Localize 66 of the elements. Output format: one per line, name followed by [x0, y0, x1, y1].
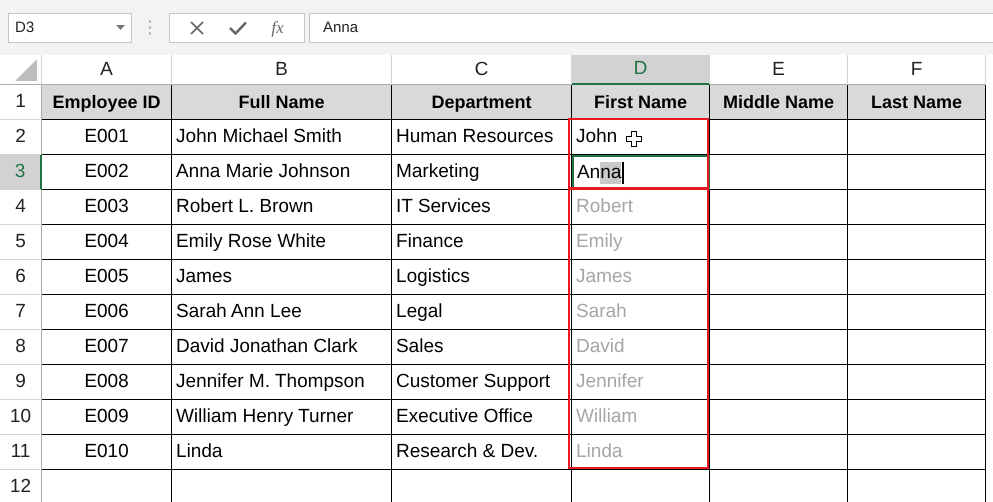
cell-text: John: [576, 126, 618, 148]
column-title: Last Name: [870, 92, 962, 112]
row-header[interactable]: 6: [0, 260, 42, 295]
preview-text: William: [576, 406, 638, 428]
cell-text: John Michael Smith: [176, 126, 342, 148]
column-title: Full Name: [238, 92, 325, 112]
cell-text: E006: [84, 301, 129, 323]
preview-text: Sarah: [576, 301, 627, 323]
cell-text: IT Services: [396, 196, 491, 218]
cell-text: Jennifer M. Thompson: [176, 371, 365, 393]
row-header[interactable]: 7: [0, 295, 42, 330]
column-title: Employee ID: [52, 92, 161, 112]
preview-text: Emily: [576, 231, 622, 253]
cell-text: E010: [84, 441, 129, 463]
cell-text: Linda: [176, 441, 222, 463]
cell-text: Executive Office: [396, 406, 533, 428]
cell-text: Sarah Ann Lee: [176, 301, 302, 323]
cell-text: Sales: [396, 336, 444, 358]
row-header[interactable]: 1: [0, 85, 42, 120]
column-header[interactable]: B: [172, 55, 392, 85]
cell-text: E003: [84, 196, 129, 218]
cell-text: Logistics: [396, 266, 470, 288]
cell-text: Human Resources: [396, 126, 554, 148]
cell-text: William Henry Turner: [176, 406, 354, 428]
column-title: Middle Name: [722, 92, 834, 112]
row-header[interactable]: 4: [0, 190, 42, 225]
cell-text: Finance: [396, 231, 464, 253]
column-header[interactable]: A: [42, 55, 172, 85]
cell-text: E001: [84, 126, 129, 148]
row-header[interactable]: 5: [0, 225, 42, 260]
formula-field[interactable]: Anna: [309, 12, 993, 42]
row-header[interactable]: 11: [0, 435, 42, 470]
cell-text: Marketing: [396, 161, 480, 183]
cell-text: E009: [84, 406, 129, 428]
name-box[interactable]: D3: [8, 12, 132, 42]
cell-text: David Jonathan Clark: [176, 336, 358, 358]
row-header[interactable]: 2: [0, 120, 42, 155]
preview-text: James: [576, 266, 632, 288]
preview-text: David: [576, 336, 625, 358]
insert-function-button[interactable]: fx: [271, 18, 284, 38]
cell-text: James: [176, 266, 232, 288]
preview-text: Robert: [576, 196, 634, 218]
row-header[interactable]: 3: [0, 155, 42, 190]
cell-text: E007: [84, 336, 129, 358]
cell-text: Research & Dev.: [396, 441, 538, 463]
preview-text: Linda: [576, 441, 622, 463]
cell-text: Customer Support: [396, 371, 550, 393]
cell-text: E002: [84, 161, 129, 183]
column-header[interactable]: F: [848, 55, 986, 85]
column-header[interactable]: D: [572, 55, 710, 85]
column-title: Department: [431, 92, 532, 112]
column-header[interactable]: E: [710, 55, 848, 85]
column-header[interactable]: C: [392, 55, 572, 85]
active-cell[interactable]: Anna: [572, 155, 710, 190]
row-header[interactable]: 8: [0, 330, 42, 365]
cell-text: Robert L. Brown: [176, 196, 314, 218]
cell-text: Anna Marie Johnson: [176, 161, 350, 183]
cell-text: Emily Rose White: [176, 231, 326, 253]
cell-text: Legal: [396, 301, 442, 323]
cell-text: E005: [84, 266, 129, 288]
cell-text: E008: [84, 371, 129, 393]
row-header[interactable]: 10: [0, 400, 42, 435]
preview-text: Jennifer: [576, 371, 644, 393]
column-title: First Name: [594, 92, 688, 112]
row-header[interactable]: 9: [0, 365, 42, 400]
cell-text: E004: [84, 231, 129, 253]
